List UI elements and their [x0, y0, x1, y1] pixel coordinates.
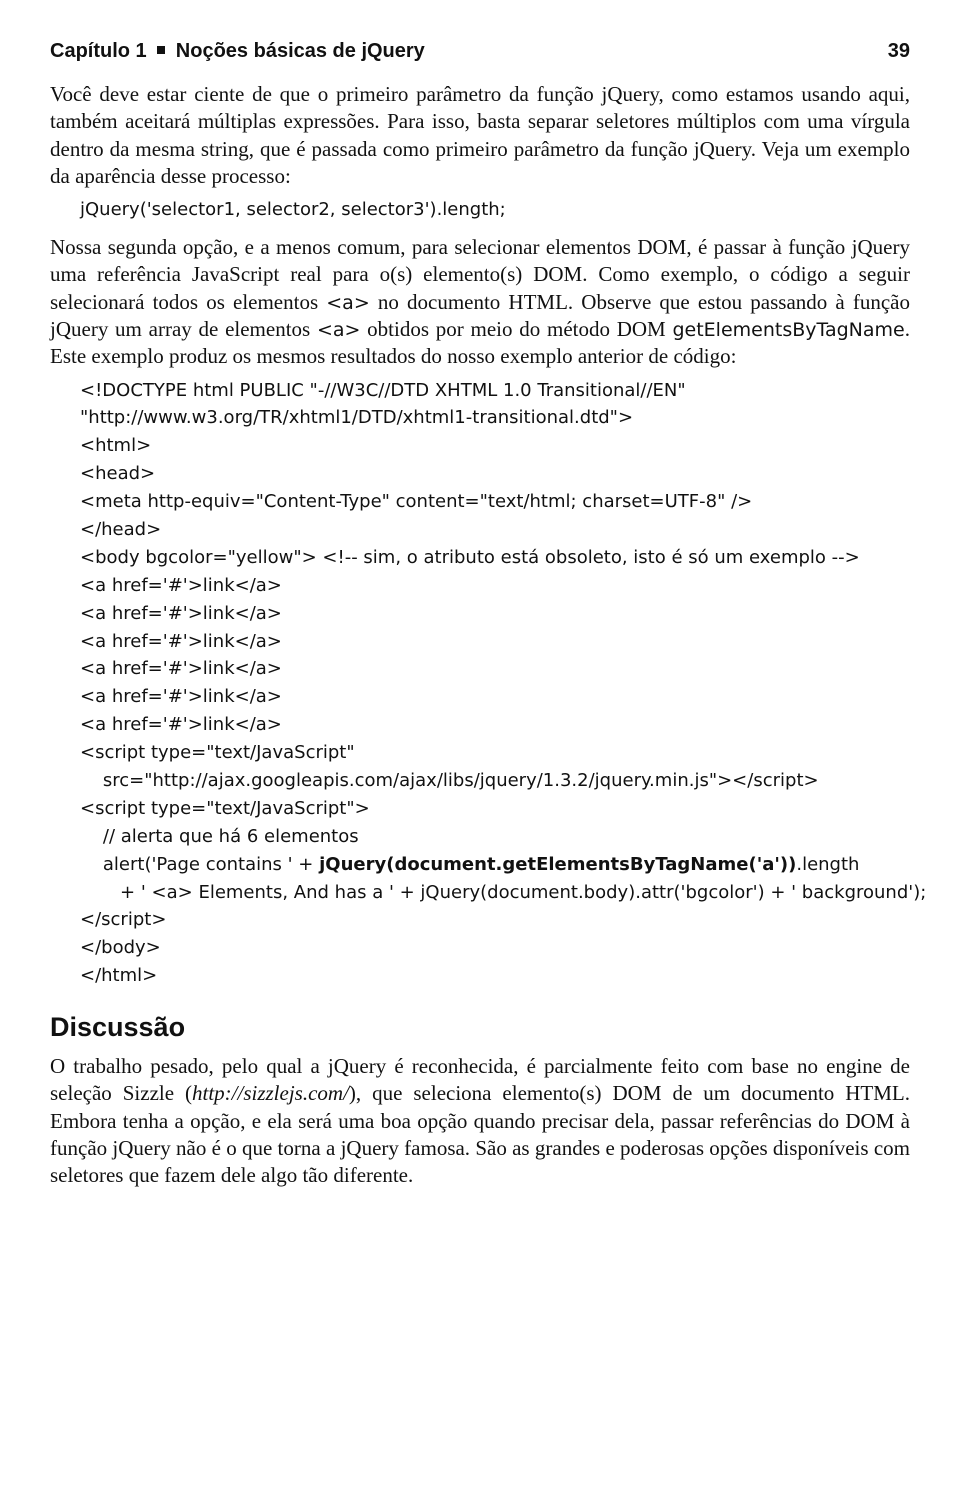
- code-line: </html>: [80, 965, 157, 986]
- chapter-title: Noções básicas de jQuery: [176, 40, 425, 62]
- p2-text-c: obtidos por meio do método DOM: [360, 317, 672, 341]
- bullet-icon: [157, 46, 165, 54]
- chapter-label: Capítulo 1: [50, 40, 147, 62]
- code-line: <a href='#'>link</a>: [80, 631, 282, 652]
- paragraph-1-text: Você deve estar ciente de que o primeiro…: [50, 82, 910, 188]
- page-header: Capítulo 1 Noções básicas de jQuery 39: [50, 40, 910, 63]
- paragraph-2: Nossa segunda opção, e a menos comum, pa…: [50, 234, 910, 370]
- page-number: 39: [888, 40, 910, 63]
- code-line: <!DOCTYPE html PUBLIC "-//W3C//DTD XHTML…: [80, 380, 686, 401]
- code-line: <script type="text/JavaScript": [80, 742, 355, 763]
- p2-code-b: <a>: [317, 319, 360, 341]
- code-line: <a href='#'>link</a>: [80, 686, 282, 707]
- code-line: // alerta que há 6 elementos: [80, 826, 359, 847]
- code-line: <meta http-equiv="Content-Type" content=…: [80, 491, 752, 512]
- code-line: <html>: [80, 435, 151, 456]
- p2-code-c: getElementsByTagName: [672, 319, 904, 341]
- code-line: <head>: [80, 463, 155, 484]
- code-line: <script type="text/JavaScript">: [80, 798, 370, 819]
- code-line: src="http://ajax.googleapis.com/ajax/lib…: [80, 770, 780, 791]
- code-line: jQuery('selector1, selector2, selector3'…: [80, 199, 506, 220]
- code-line: <a href='#'>link</a>: [80, 658, 282, 679]
- code-line: <a href='#'>link</a>: [80, 575, 282, 596]
- code-line: alert('Page contains ' +: [80, 854, 319, 875]
- paragraph-3: O trabalho pesado, pelo qual a jQuery é …: [50, 1053, 910, 1189]
- code-line: <a href='#'>link</a>: [80, 714, 282, 735]
- chapter-heading: Capítulo 1 Noções básicas de jQuery: [50, 40, 425, 63]
- section-heading-discussao: Discussão: [50, 1012, 910, 1043]
- code-line: <a href='#'>link</a>: [80, 603, 282, 624]
- p3-link: http://sizzlejs.com/: [192, 1081, 349, 1105]
- code-line: </head>: [80, 519, 161, 540]
- code-line: </body>: [80, 937, 161, 958]
- code-line: "http://www.w3.org/TR/xhtml1/DTD/xhtml1-…: [80, 407, 633, 428]
- code-line-bold: jQuery(document.getElementsByTagName('a'…: [319, 854, 796, 875]
- code-line: <body bgcolor="yellow"> <!-- sim, o atri…: [80, 547, 860, 568]
- code-line: ipt>: [780, 770, 819, 791]
- code-block-main: <!DOCTYPE html PUBLIC "-//W3C//DTD XHTML…: [80, 377, 910, 991]
- code-snippet-1: jQuery('selector1, selector2, selector3'…: [80, 196, 910, 224]
- paragraph-1: Você deve estar ciente de que o primeiro…: [50, 81, 910, 190]
- code-line: </scr: [80, 909, 128, 930]
- p2-code-a: <a>: [326, 292, 369, 314]
- code-line: + ' <a> Elements, And has a ' + jQuery(d…: [80, 882, 926, 903]
- code-line: ipt>: [128, 909, 167, 930]
- code-line: .length: [796, 854, 859, 875]
